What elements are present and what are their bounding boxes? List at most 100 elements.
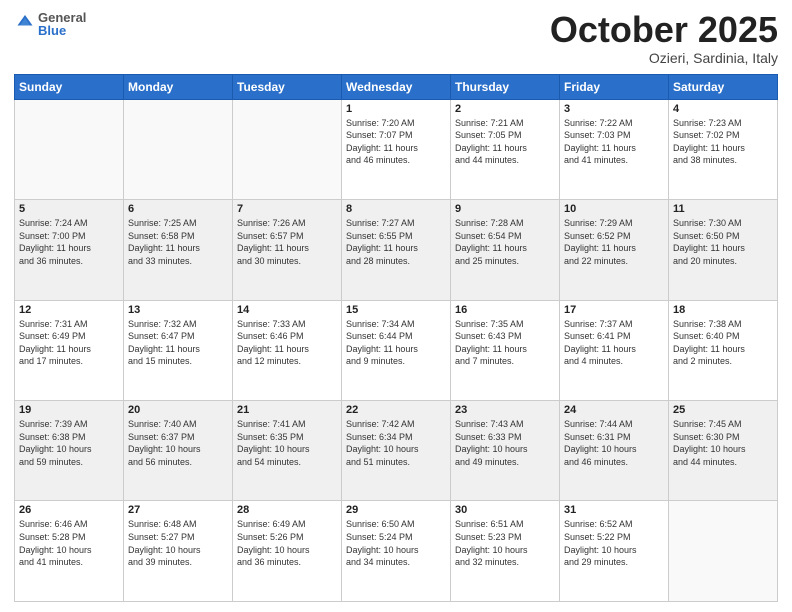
cell-r4-c5: 31 Sunrise: 6:52 AM Sunset: 5:22 PM Dayli… <box>560 501 669 602</box>
day-info-r0-c4: Sunrise: 7:21 AM Sunset: 7:05 PM Dayligh… <box>455 117 555 167</box>
cell-r0-c5: 3Sunrise: 7:22 AM Sunset: 7:03 PM Daylig… <box>560 99 669 199</box>
day-info-r0-c6: Sunrise: 7:23 AM Sunset: 7:02 PM Dayligh… <box>673 117 773 167</box>
cell-r4-c2: 28Sunrise: 6:49 AM Sunset: 5:26 PM Dayli… <box>233 501 342 602</box>
logo-blue-text: Blue <box>38 23 86 38</box>
cell-r2-c3: 15Sunrise: 7:34 AM Sunset: 6:44 PM Dayli… <box>342 300 451 400</box>
day-info-r4-c0: Sunrise: 6:46 AM Sunset: 5:28 PM Dayligh… <box>19 518 119 568</box>
day-info-r2-c5: Sunrise: 7:37 AM Sunset: 6:41 PM Dayligh… <box>564 318 664 368</box>
header: General Blue October 2025 Ozieri, Sardin… <box>14 10 778 66</box>
day-num-r3-c6: 25 <box>673 404 773 416</box>
day-info-r2-c6: Sunrise: 7:38 AM Sunset: 6:40 PM Dayligh… <box>673 318 773 368</box>
day-num-r3-c4: 23 <box>455 404 555 416</box>
day-info-r0-c3: Sunrise: 7:20 AM Sunset: 7:07 PM Dayligh… <box>346 117 446 167</box>
col-thursday: Thursday <box>451 74 560 99</box>
title-month: October 2025 <box>550 10 778 50</box>
col-friday: Friday <box>560 74 669 99</box>
day-info-r4-c4: Sunrise: 6:51 AM Sunset: 5:23 PM Dayligh… <box>455 518 555 568</box>
day-num-r3-c1: 20 <box>128 404 228 416</box>
cell-r3-c5: 24Sunrise: 7:44 AM Sunset: 6:31 PM Dayli… <box>560 401 669 501</box>
day-num-r3-c0: 19 <box>19 404 119 416</box>
day-num-r4-c5: 31 <box>564 504 664 516</box>
day-num-r0-c3: 1 <box>346 103 446 115</box>
day-info-r2-c4: Sunrise: 7:35 AM Sunset: 6:43 PM Dayligh… <box>455 318 555 368</box>
cell-r2-c5: 17 Sunrise: 7:37 AM Sunset: 6:41 PM Dayli… <box>560 300 669 400</box>
day-num-r1-c5: 10 <box>564 203 664 215</box>
cell-r3-c1: 20Sunrise: 7:40 AM Sunset: 6:37 PM Dayli… <box>124 401 233 501</box>
day-info-r4-c3: Sunrise: 6:50 AM Sunset: 5:24 PM Dayligh… <box>346 518 446 568</box>
day-info-r1-c5: Sunrise: 7:29 AM Sunset: 6:52 PM Dayligh… <box>564 217 664 267</box>
day-num-r4-c3: 29 <box>346 504 446 516</box>
cell-r0-c2 <box>233 99 342 199</box>
calendar-row-1: 5 Sunrise: 7:24 AM Sunset: 7:00 PM Daylig… <box>15 200 778 300</box>
day-info-r2-c2: Sunrise: 7:33 AM Sunset: 6:46 PM Dayligh… <box>237 318 337 368</box>
cell-r4-c1: 27 Sunrise: 6:48 AM Sunset: 5:27 PM Dayli… <box>124 501 233 602</box>
day-num-r4-c1: 27 <box>128 504 228 516</box>
calendar-row-4: 26 Sunrise: 6:46 AM Sunset: 5:28 PM Dayli… <box>15 501 778 602</box>
day-info-r3-c0: Sunrise: 7:39 AM Sunset: 6:38 PM Dayligh… <box>19 418 119 468</box>
logo-icon <box>16 12 34 30</box>
cell-r4-c0: 26 Sunrise: 6:46 AM Sunset: 5:28 PM Dayli… <box>15 501 124 602</box>
day-info-r1-c3: Sunrise: 7:27 AM Sunset: 6:55 PM Dayligh… <box>346 217 446 267</box>
day-num-r1-c1: 6 <box>128 203 228 215</box>
day-num-r2-c2: 14 <box>237 304 337 316</box>
day-num-r2-c6: 18 <box>673 304 773 316</box>
day-info-r1-c0: Sunrise: 7:24 AM Sunset: 7:00 PM Dayligh… <box>19 217 119 267</box>
day-num-r3-c2: 21 <box>237 404 337 416</box>
day-num-r0-c6: 4 <box>673 103 773 115</box>
day-num-r1-c0: 5 <box>19 203 119 215</box>
cell-r2-c6: 18 Sunrise: 7:38 AM Sunset: 6:40 PM Dayli… <box>669 300 778 400</box>
cell-r1-c6: 11 Sunrise: 7:30 AM Sunset: 6:50 PM Dayli… <box>669 200 778 300</box>
cell-r3-c0: 19 Sunrise: 7:39 AM Sunset: 6:38 PM Dayli… <box>15 401 124 501</box>
day-info-r3-c6: Sunrise: 7:45 AM Sunset: 6:30 PM Dayligh… <box>673 418 773 468</box>
day-info-r2-c1: Sunrise: 7:32 AM Sunset: 6:47 PM Dayligh… <box>128 318 228 368</box>
day-num-r1-c6: 11 <box>673 203 773 215</box>
calendar-row-3: 19 Sunrise: 7:39 AM Sunset: 6:38 PM Dayli… <box>15 401 778 501</box>
col-sunday: Sunday <box>15 74 124 99</box>
day-num-r2-c4: 16 <box>455 304 555 316</box>
calendar-row-0: 1 Sunrise: 7:20 AM Sunset: 7:07 PM Daylig… <box>15 99 778 199</box>
cell-r1-c3: 8Sunrise: 7:27 AM Sunset: 6:55 PM Daylig… <box>342 200 451 300</box>
cell-r3-c4: 23 Sunrise: 7:43 AM Sunset: 6:33 PM Dayli… <box>451 401 560 501</box>
day-num-r4-c0: 26 <box>19 504 119 516</box>
day-num-r4-c4: 30 <box>455 504 555 516</box>
col-saturday: Saturday <box>669 74 778 99</box>
cell-r2-c4: 16 Sunrise: 7:35 AM Sunset: 6:43 PM Dayli… <box>451 300 560 400</box>
col-tuesday: Tuesday <box>233 74 342 99</box>
cell-r3-c6: 25 Sunrise: 7:45 AM Sunset: 6:30 PM Dayli… <box>669 401 778 501</box>
logo: General Blue <box>14 10 86 38</box>
col-wednesday: Wednesday <box>342 74 451 99</box>
day-num-r2-c5: 17 <box>564 304 664 316</box>
day-info-r1-c2: Sunrise: 7:26 AM Sunset: 6:57 PM Dayligh… <box>237 217 337 267</box>
cell-r0-c0 <box>15 99 124 199</box>
cell-r1-c4: 9 Sunrise: 7:28 AM Sunset: 6:54 PM Daylig… <box>451 200 560 300</box>
day-num-r1-c2: 7 <box>237 203 337 215</box>
cell-r4-c4: 30 Sunrise: 6:51 AM Sunset: 5:23 PM Dayli… <box>451 501 560 602</box>
calendar-table: Sunday Monday Tuesday Wednesday Thursday… <box>14 74 778 602</box>
cell-r2-c0: 12Sunrise: 7:31 AM Sunset: 6:49 PM Dayli… <box>15 300 124 400</box>
page: General Blue October 2025 Ozieri, Sardin… <box>0 0 792 612</box>
calendar-header-row: Sunday Monday Tuesday Wednesday Thursday… <box>15 74 778 99</box>
day-info-r1-c6: Sunrise: 7:30 AM Sunset: 6:50 PM Dayligh… <box>673 217 773 267</box>
day-num-r1-c4: 9 <box>455 203 555 215</box>
cell-r1-c2: 7 Sunrise: 7:26 AM Sunset: 6:57 PM Daylig… <box>233 200 342 300</box>
day-info-r4-c1: Sunrise: 6:48 AM Sunset: 5:27 PM Dayligh… <box>128 518 228 568</box>
day-info-r2-c3: Sunrise: 7:34 AM Sunset: 6:44 PM Dayligh… <box>346 318 446 368</box>
day-info-r3-c4: Sunrise: 7:43 AM Sunset: 6:33 PM Dayligh… <box>455 418 555 468</box>
cell-r3-c2: 21 Sunrise: 7:41 AM Sunset: 6:35 PM Dayli… <box>233 401 342 501</box>
calendar-row-2: 12Sunrise: 7:31 AM Sunset: 6:49 PM Dayli… <box>15 300 778 400</box>
cell-r0-c4: 2Sunrise: 7:21 AM Sunset: 7:05 PM Daylig… <box>451 99 560 199</box>
day-info-r4-c2: Sunrise: 6:49 AM Sunset: 5:26 PM Dayligh… <box>237 518 337 568</box>
cell-r1-c0: 5 Sunrise: 7:24 AM Sunset: 7:00 PM Daylig… <box>15 200 124 300</box>
cell-r4-c6 <box>669 501 778 602</box>
day-info-r3-c2: Sunrise: 7:41 AM Sunset: 6:35 PM Dayligh… <box>237 418 337 468</box>
cell-r0-c1 <box>124 99 233 199</box>
day-info-r3-c3: Sunrise: 7:42 AM Sunset: 6:34 PM Dayligh… <box>346 418 446 468</box>
day-num-r2-c0: 12 <box>19 304 119 316</box>
day-num-r2-c1: 13 <box>128 304 228 316</box>
cell-r2-c1: 13 Sunrise: 7:32 AM Sunset: 6:47 PM Dayli… <box>124 300 233 400</box>
cell-r3-c3: 22Sunrise: 7:42 AM Sunset: 6:34 PM Dayli… <box>342 401 451 501</box>
cell-r1-c5: 10 Sunrise: 7:29 AM Sunset: 6:52 PM Dayli… <box>560 200 669 300</box>
day-info-r4-c5: Sunrise: 6:52 AM Sunset: 5:22 PM Dayligh… <box>564 518 664 568</box>
day-info-r1-c4: Sunrise: 7:28 AM Sunset: 6:54 PM Dayligh… <box>455 217 555 267</box>
cell-r1-c1: 6Sunrise: 7:25 AM Sunset: 6:58 PM Daylig… <box>124 200 233 300</box>
